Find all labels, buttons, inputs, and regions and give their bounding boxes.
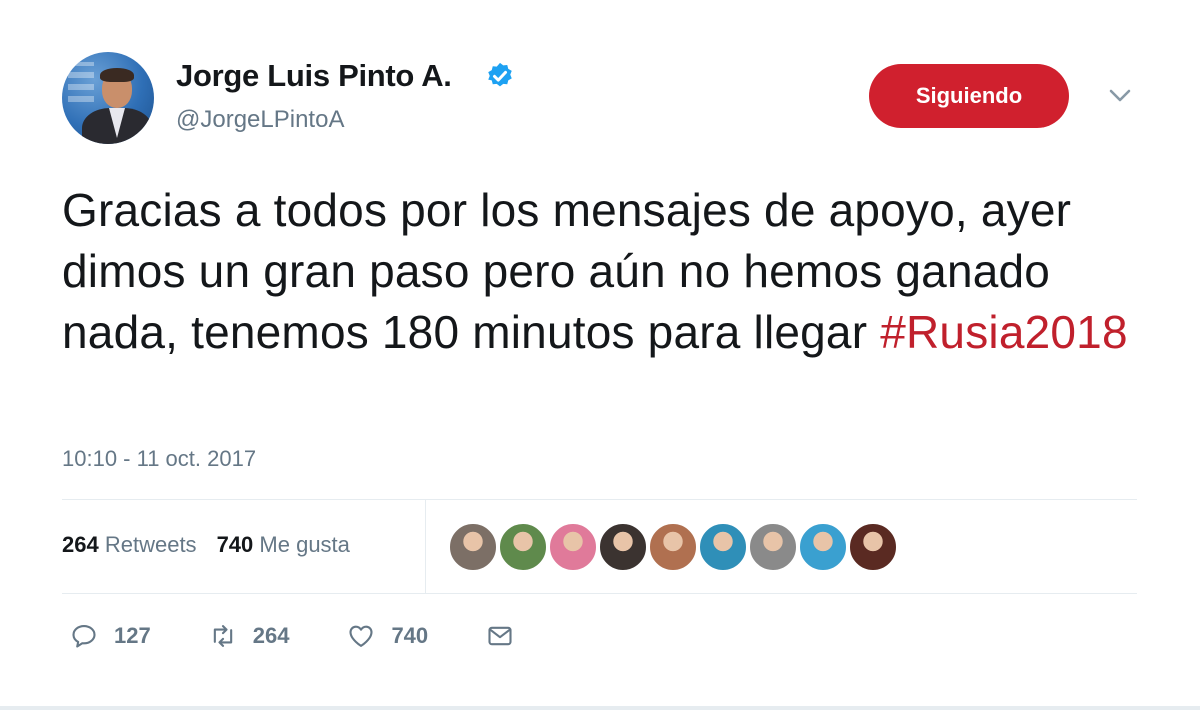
- liker-avatar[interactable]: [648, 522, 698, 572]
- heart-icon: [349, 625, 373, 647]
- tweet-text: Gracias a todos por los mensajes de apoy…: [62, 180, 1152, 363]
- reply-action[interactable]: 127: [70, 622, 151, 650]
- liker-avatars: [448, 522, 898, 572]
- hashtag-link[interactable]: #Rusia2018: [880, 306, 1128, 358]
- avatar-hair: [100, 68, 134, 82]
- retweet-count: 264: [252, 623, 290, 648]
- retweets-label: Retweets: [104, 532, 197, 557]
- message-action[interactable]: [486, 622, 514, 650]
- retweet-icon: [213, 625, 232, 647]
- tweet-stats: 264 Retweets 740 Me gusta: [62, 532, 350, 558]
- avatar-background-stripes: [68, 62, 94, 102]
- divider: [62, 499, 1137, 500]
- divider: [62, 593, 1137, 594]
- author-avatar[interactable]: [62, 52, 154, 144]
- likes-label: Me gusta: [259, 532, 350, 557]
- tweet-card: Jorge Luis Pinto A. @JorgeLPintoA Siguie…: [0, 0, 1200, 710]
- liker-avatar[interactable]: [798, 522, 848, 572]
- author-handle[interactable]: @JorgeLPintoA: [176, 106, 344, 134]
- retweet-action[interactable]: 264: [209, 622, 290, 650]
- liker-avatar[interactable]: [698, 522, 748, 572]
- liker-avatar[interactable]: [748, 522, 798, 572]
- reply-count: 127: [114, 623, 151, 648]
- card-bottom-border: [0, 706, 1200, 710]
- divider: [425, 500, 426, 593]
- liker-avatar[interactable]: [848, 522, 898, 572]
- like-count: 740: [391, 623, 429, 648]
- retweets-count: 264: [62, 532, 99, 557]
- liker-avatar[interactable]: [598, 522, 648, 572]
- like-action[interactable]: 740: [347, 622, 428, 650]
- likes-count: 740: [216, 532, 254, 557]
- verified-badge-icon: [488, 62, 512, 87]
- chevron-down-icon[interactable]: [1108, 88, 1132, 104]
- following-button[interactable]: Siguiendo: [869, 64, 1069, 128]
- liker-avatar[interactable]: [548, 522, 598, 572]
- author-name[interactable]: Jorge Luis Pinto A.: [176, 58, 452, 94]
- retweets-stat[interactable]: 264 Retweets: [62, 532, 197, 558]
- reply-icon: [72, 625, 96, 648]
- envelope-icon: [488, 626, 512, 646]
- likes-stat[interactable]: 740 Me gusta: [217, 532, 350, 558]
- tweet-actions: 127 264 740: [70, 622, 572, 650]
- liker-avatar[interactable]: [498, 522, 548, 572]
- tweet-timestamp[interactable]: 10:10 - 11 oct. 2017: [62, 446, 256, 472]
- liker-avatar[interactable]: [448, 522, 498, 572]
